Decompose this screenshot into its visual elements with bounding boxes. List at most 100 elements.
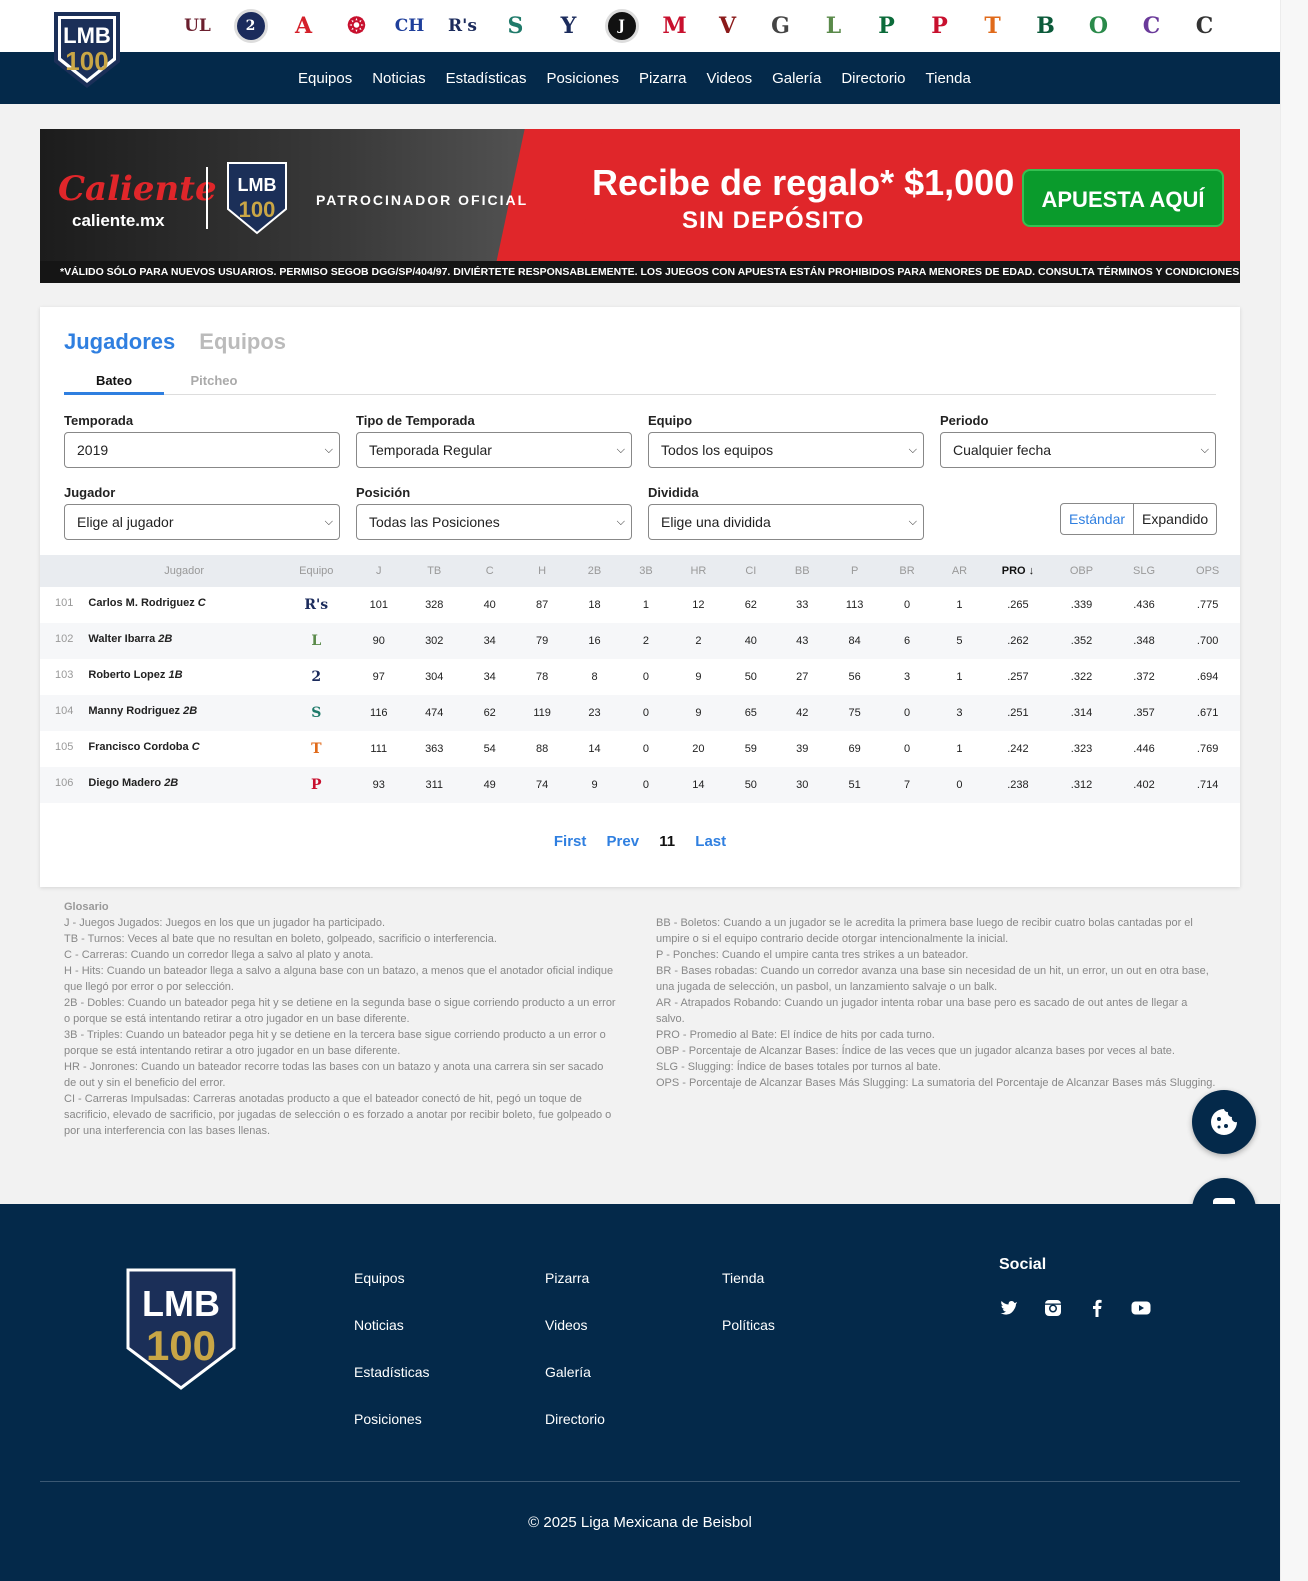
footer-link-posiciones[interactable]: Posiciones [354, 1411, 429, 1458]
view-expanded-button[interactable]: Expandido [1134, 504, 1216, 534]
footer-link-galeria[interactable]: Galería [545, 1364, 605, 1411]
col-header-equipo[interactable]: Equipo [279, 555, 353, 587]
col-header-bb[interactable]: BB [776, 555, 829, 587]
col-header-jugador[interactable]: Jugador [88, 555, 280, 587]
tab-jugadores[interactable]: Jugadores [64, 329, 175, 355]
team-logo-4-icon[interactable]: ❂ [337, 7, 376, 46]
scrollbar[interactable] [1280, 0, 1308, 1581]
footer-link-estadisticas[interactable]: Estadísticas [354, 1364, 429, 1411]
lmb-logo[interactable]: LMB 100 [48, 8, 126, 90]
team-logo-6-icon[interactable]: R's [304, 593, 328, 617]
table-row[interactable]: 103 Roberto Lopez 1B 2 97 304 34 78 8 0 9 50 27 56 3 1… [40, 659, 1240, 695]
subtab-bateo[interactable]: Bateo [64, 373, 164, 395]
nav-item-directorio[interactable]: Directorio [831, 70, 915, 87]
footer-lmb-logo[interactable]: LMB 100 [122, 1264, 240, 1392]
nav-item-posiciones[interactable]: Posiciones [536, 70, 629, 87]
team-logo-20-icon[interactable]: C [1185, 7, 1224, 46]
posicion-select[interactable]: Todas las Posiciones ⌵ [356, 504, 632, 540]
col-header-ci[interactable]: CI [725, 555, 777, 587]
pager-first[interactable]: First [554, 833, 587, 850]
nav-item-noticias[interactable]: Noticias [362, 70, 435, 87]
table-row[interactable]: 102 Walter Ibarra 2B L 90 302 34 79 16 2 2 40 43 84 6… [40, 623, 1240, 659]
team-logo-18-icon[interactable]: O [1079, 7, 1118, 46]
col-header-obp[interactable]: OBP [1050, 555, 1113, 587]
nav-item-estadisticas[interactable]: Estadísticas [436, 70, 537, 87]
team-logo-3-icon[interactable]: A [284, 7, 323, 46]
jugador-select[interactable]: Elige al jugador ⌵ [64, 504, 340, 540]
nav-item-equipos[interactable]: Equipos [288, 70, 362, 87]
col-header-j[interactable]: J [352, 555, 405, 587]
col-header-ops[interactable]: OPS [1175, 555, 1240, 587]
team-logo-9-icon[interactable]: J [602, 7, 641, 46]
col-header-2b[interactable]: 2B [568, 555, 621, 587]
team-logo-6-icon[interactable]: R's [443, 7, 482, 46]
team-logo-11-icon[interactable]: V [708, 7, 747, 46]
team-logo-14-icon[interactable]: P [867, 7, 906, 46]
team-logo-17-icon[interactable]: B [1026, 7, 1065, 46]
banner-cta-button[interactable]: APUESTA AQUÍ [1022, 169, 1224, 227]
tab-equipos[interactable]: Equipos [199, 329, 286, 355]
col-header-slg[interactable]: SLG [1112, 555, 1176, 587]
nav-item-pizarra[interactable]: Pizarra [629, 70, 697, 87]
col-header-tb[interactable]: TB [405, 555, 464, 587]
table-row[interactable]: 106 Diego Madero 2B P 93 311 49 74 9 0 14 50 30 51 7 0… [40, 767, 1240, 803]
team-logo-7-icon[interactable]: S [496, 7, 535, 46]
team-logo-8-icon[interactable]: Y [549, 7, 588, 46]
player-name[interactable]: Francisco Cordoba [88, 741, 188, 753]
player-name[interactable]: Diego Madero [88, 777, 161, 789]
dividida-select[interactable]: Elige una dividida ⌵ [648, 504, 924, 540]
nav-item-tienda[interactable]: Tienda [916, 70, 981, 87]
footer-link-noticias[interactable]: Noticias [354, 1317, 429, 1364]
player-name[interactable]: Walter Ibarra [88, 633, 155, 645]
periodo-select[interactable]: Cualquier fecha ⌵ [940, 432, 1216, 468]
team-logo-16-icon[interactable]: T [304, 737, 328, 761]
temporada-select[interactable]: 2019 ⌵ [64, 432, 340, 468]
team-logo-13-icon[interactable]: L [304, 629, 328, 653]
team-logo-10-icon[interactable]: M [655, 7, 694, 46]
footer-link-directorio[interactable]: Directorio [545, 1411, 605, 1458]
tipo-temporada-select[interactable]: Temporada Regular ⌵ [356, 432, 632, 468]
sponsor-banner[interactable]: Caliente caliente.mx LMB 100 PATROCINADO… [40, 129, 1240, 283]
col-header-c[interactable]: C [463, 555, 516, 587]
team-logo-15-icon[interactable]: P [304, 773, 328, 797]
table-row[interactable]: 101 Carlos M. Rodriguez C R's 101 328 40 87 18 1… [40, 587, 1240, 623]
team-logo-1-icon[interactable]: UL [178, 7, 217, 46]
team-logo-12-icon[interactable]: G [761, 7, 800, 46]
team-logo-15-icon[interactable]: P [920, 7, 959, 46]
player-name[interactable]: Carlos M. Rodriguez [88, 597, 194, 609]
col-header-pro[interactable]: PRO ↓ [985, 555, 1051, 587]
facebook-icon[interactable] [1087, 1298, 1107, 1318]
team-logo-19-icon[interactable]: C [1132, 7, 1171, 46]
col-header-br[interactable]: BR [880, 555, 934, 587]
player-name[interactable]: Manny Rodriguez [88, 705, 180, 717]
team-logo-16-icon[interactable]: T [973, 7, 1012, 46]
footer-link-pizarra[interactable]: Pizarra [545, 1270, 605, 1317]
table-row[interactable]: 105 Francisco Cordoba C T 111 363 54 88 14 0 20 59… [40, 731, 1240, 767]
subtab-pitcheo[interactable]: Pitcheo [164, 373, 264, 395]
player-name[interactable]: Roberto Lopez [88, 669, 165, 681]
team-logo-2-icon[interactable]: 2 [304, 665, 328, 689]
col-header-p[interactable]: P [828, 555, 881, 587]
footer-link-equipos[interactable]: Equipos [354, 1270, 429, 1317]
pager-prev[interactable]: Prev [607, 833, 640, 850]
team-logo-5-icon[interactable]: CH [390, 7, 429, 46]
footer-link-politicas[interactable]: Políticas [722, 1317, 775, 1364]
table-row[interactable]: 104 Manny Rodriguez 2B S 116 474 62 119 23 0 9 65 4… [40, 695, 1240, 731]
nav-item-galeria[interactable]: Galería [762, 70, 831, 87]
team-logo-2-icon[interactable]: 2 [231, 7, 270, 46]
col-header-ar[interactable]: AR [933, 555, 986, 587]
view-standard-button[interactable]: Estándar [1061, 504, 1135, 534]
col-header-3b[interactable]: 3B [620, 555, 672, 587]
footer-link-videos[interactable]: Videos [545, 1317, 605, 1364]
youtube-icon[interactable] [1131, 1298, 1151, 1318]
col-header-h[interactable]: H [515, 555, 569, 587]
pager-last[interactable]: Last [695, 833, 726, 850]
nav-item-videos[interactable]: Videos [697, 70, 763, 87]
team-logo-7-icon[interactable]: S [304, 701, 328, 725]
team-logo-13-icon[interactable]: L [814, 7, 853, 46]
equipo-select[interactable]: Todos los equipos ⌵ [648, 432, 924, 468]
twitter-icon[interactable] [999, 1298, 1019, 1318]
footer-link-tienda[interactable]: Tienda [722, 1270, 775, 1317]
instagram-icon[interactable] [1043, 1298, 1063, 1318]
col-header-hr[interactable]: HR [671, 555, 726, 587]
